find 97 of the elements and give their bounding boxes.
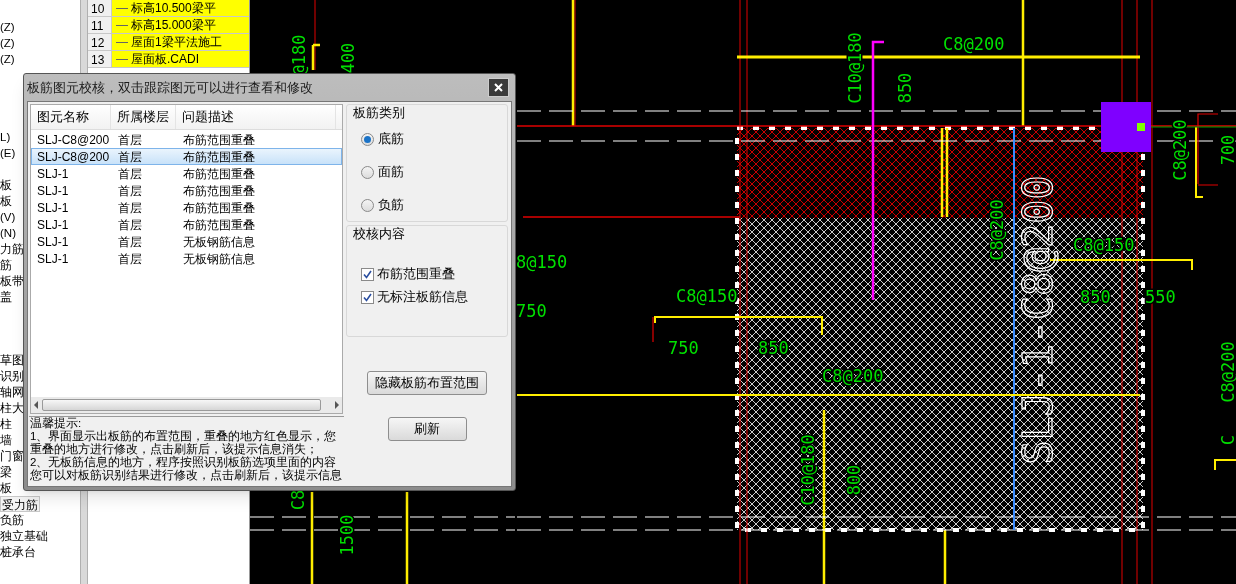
grip-point[interactable] (1137, 123, 1145, 131)
rebar-annotation: 550 (1145, 287, 1176, 307)
radio-option[interactable]: 负筋 (361, 197, 507, 213)
checkbox-icon[interactable] (361, 267, 374, 281)
close-icon (494, 83, 503, 92)
tree-item[interactable]: (Z) (0, 35, 15, 51)
tree-item[interactable]: 受力筋 (0, 496, 40, 512)
element-name: SLJ-1 (36, 199, 70, 217)
tree-item[interactable]: 柱 (0, 416, 12, 432)
rebar-annotation: C8@200 (987, 199, 1007, 261)
tree-item[interactable]: (E) (0, 145, 16, 161)
floor-name: 首层 (117, 250, 143, 268)
row-number: 10 (88, 0, 112, 16)
rebar-annotation: 400 (338, 42, 358, 74)
tree-item[interactable]: (N) (0, 225, 16, 241)
element-name: SLJ-1 (36, 233, 70, 251)
selected-element-marker[interactable] (1101, 102, 1151, 152)
tree-item[interactable]: 盖 (0, 289, 12, 305)
scroll-right-icon[interactable] (335, 401, 339, 409)
element-name: SLJ-1 (36, 250, 70, 268)
checkbox-option[interactable]: 布筋范围重叠 (361, 266, 507, 282)
rebar-annotation: 850 (895, 72, 915, 104)
tree-connector-icon (116, 7, 128, 9)
radio-option[interactable]: 底筋 (361, 131, 507, 147)
checkbox-option[interactable]: 无标注板筋信息 (361, 289, 507, 305)
tree-item[interactable]: 梁 (0, 464, 12, 480)
rebar-annotation: 1500 (337, 514, 357, 556)
floor-name: 首层 (117, 199, 143, 217)
element-name: SLJ-C8@200 (36, 148, 111, 166)
close-button[interactable] (488, 78, 509, 97)
rebar-annotation: C8@200 (943, 34, 1005, 54)
element-name: SLJ-1 (36, 216, 70, 234)
tip-text: 温馨提示: (30, 417, 83, 430)
element-name: SLJ-1 (36, 182, 70, 200)
tree-item[interactable]: 柱大 (0, 400, 24, 416)
radio-icon[interactable] (361, 132, 374, 146)
column-header[interactable]: 问题描述 (176, 105, 336, 129)
floor-name: 首层 (117, 233, 143, 251)
tree-item[interactable]: 板带 (0, 273, 24, 289)
floor-name: 首层 (117, 182, 143, 200)
tree-item[interactable]: (Z) (0, 51, 15, 67)
tree-item[interactable]: L) (0, 129, 11, 145)
element-name: SLJ-C8@200 (36, 131, 111, 149)
floor-name: 首层 (117, 165, 143, 183)
tree-item[interactable]: (Z) (0, 19, 15, 35)
dialog-button[interactable]: 刷新 (387, 417, 467, 441)
tree-item[interactable]: 识别 (0, 368, 24, 384)
tree-item[interactable]: 门窗 (0, 448, 24, 464)
tree-connector-icon (116, 24, 128, 26)
rebar-annotation: SLJ-1-C8@200 (1015, 175, 1061, 465)
horizontal-scrollbar[interactable] (31, 397, 342, 413)
rebar-annotation: 800 (844, 464, 864, 496)
floor-name: 首层 (117, 216, 143, 234)
column-header[interactable]: 图元名称 (31, 105, 111, 129)
tree-connector-icon (116, 58, 128, 60)
rebar-annotation: 750 (516, 301, 547, 321)
rebar-annotation: C10@180 (798, 434, 818, 506)
tree-item[interactable]: 负筋 (0, 512, 24, 528)
scroll-left-icon[interactable] (34, 401, 38, 409)
scroll-thumb[interactable] (42, 399, 321, 411)
group-title: 板筋类别 (352, 105, 406, 121)
issue-row[interactable]: SLJ-C8@200 首层 布筋范围重叠 (31, 148, 342, 165)
tree-item[interactable]: 板 (0, 177, 12, 193)
row-number: 13 (88, 51, 112, 67)
beam-lines-drawing (311, 0, 322, 72)
row-number: 12 (88, 34, 112, 50)
rebar-annotation: C8@150 (676, 286, 738, 306)
tree-item[interactable]: (V) (0, 209, 16, 225)
radio-icon[interactable] (361, 198, 374, 212)
rebar-annotation: 750 (668, 338, 699, 358)
tree-item[interactable]: 独立基础 (0, 528, 48, 544)
floor-name: 首层 (117, 131, 143, 149)
radio-icon[interactable] (361, 165, 374, 179)
tree-item[interactable]: 筋 (0, 257, 12, 273)
column-header[interactable]: 所属楼层 (111, 105, 176, 129)
tree-item[interactable]: 轴网 (0, 384, 24, 400)
rebar-annotation: C (1218, 434, 1236, 446)
tree-item[interactable]: 桩承台 (0, 544, 36, 560)
row-number: 11 (88, 17, 112, 33)
rebar-annotation: C8@200 (1170, 119, 1190, 181)
rebar-annotation: C8 (288, 489, 308, 511)
tree-item[interactable]: 力筋 (0, 241, 24, 257)
tree-item[interactable]: 板 (0, 480, 12, 496)
tree-item[interactable]: 墙 (0, 432, 12, 448)
tree-item[interactable]: 板 (0, 193, 12, 209)
radio-option[interactable]: 面筋 (361, 164, 507, 180)
tree-item[interactable]: 草图 (0, 352, 24, 368)
rebar-annotation: C10@180 (845, 32, 865, 104)
dialog-button[interactable]: 隐藏板筋布置范围 (367, 371, 487, 395)
checkbox-icon[interactable] (361, 290, 374, 304)
rebar-annotation: C8@200 (1218, 341, 1236, 403)
floor-name: 首层 (117, 148, 143, 166)
tree-connector-icon (116, 41, 128, 43)
element-name: SLJ-1 (36, 165, 70, 183)
rebar-annotation: 8@150 (516, 252, 568, 272)
rebar-annotation: 700 (1218, 134, 1236, 166)
group-title: 校核内容 (352, 226, 406, 242)
